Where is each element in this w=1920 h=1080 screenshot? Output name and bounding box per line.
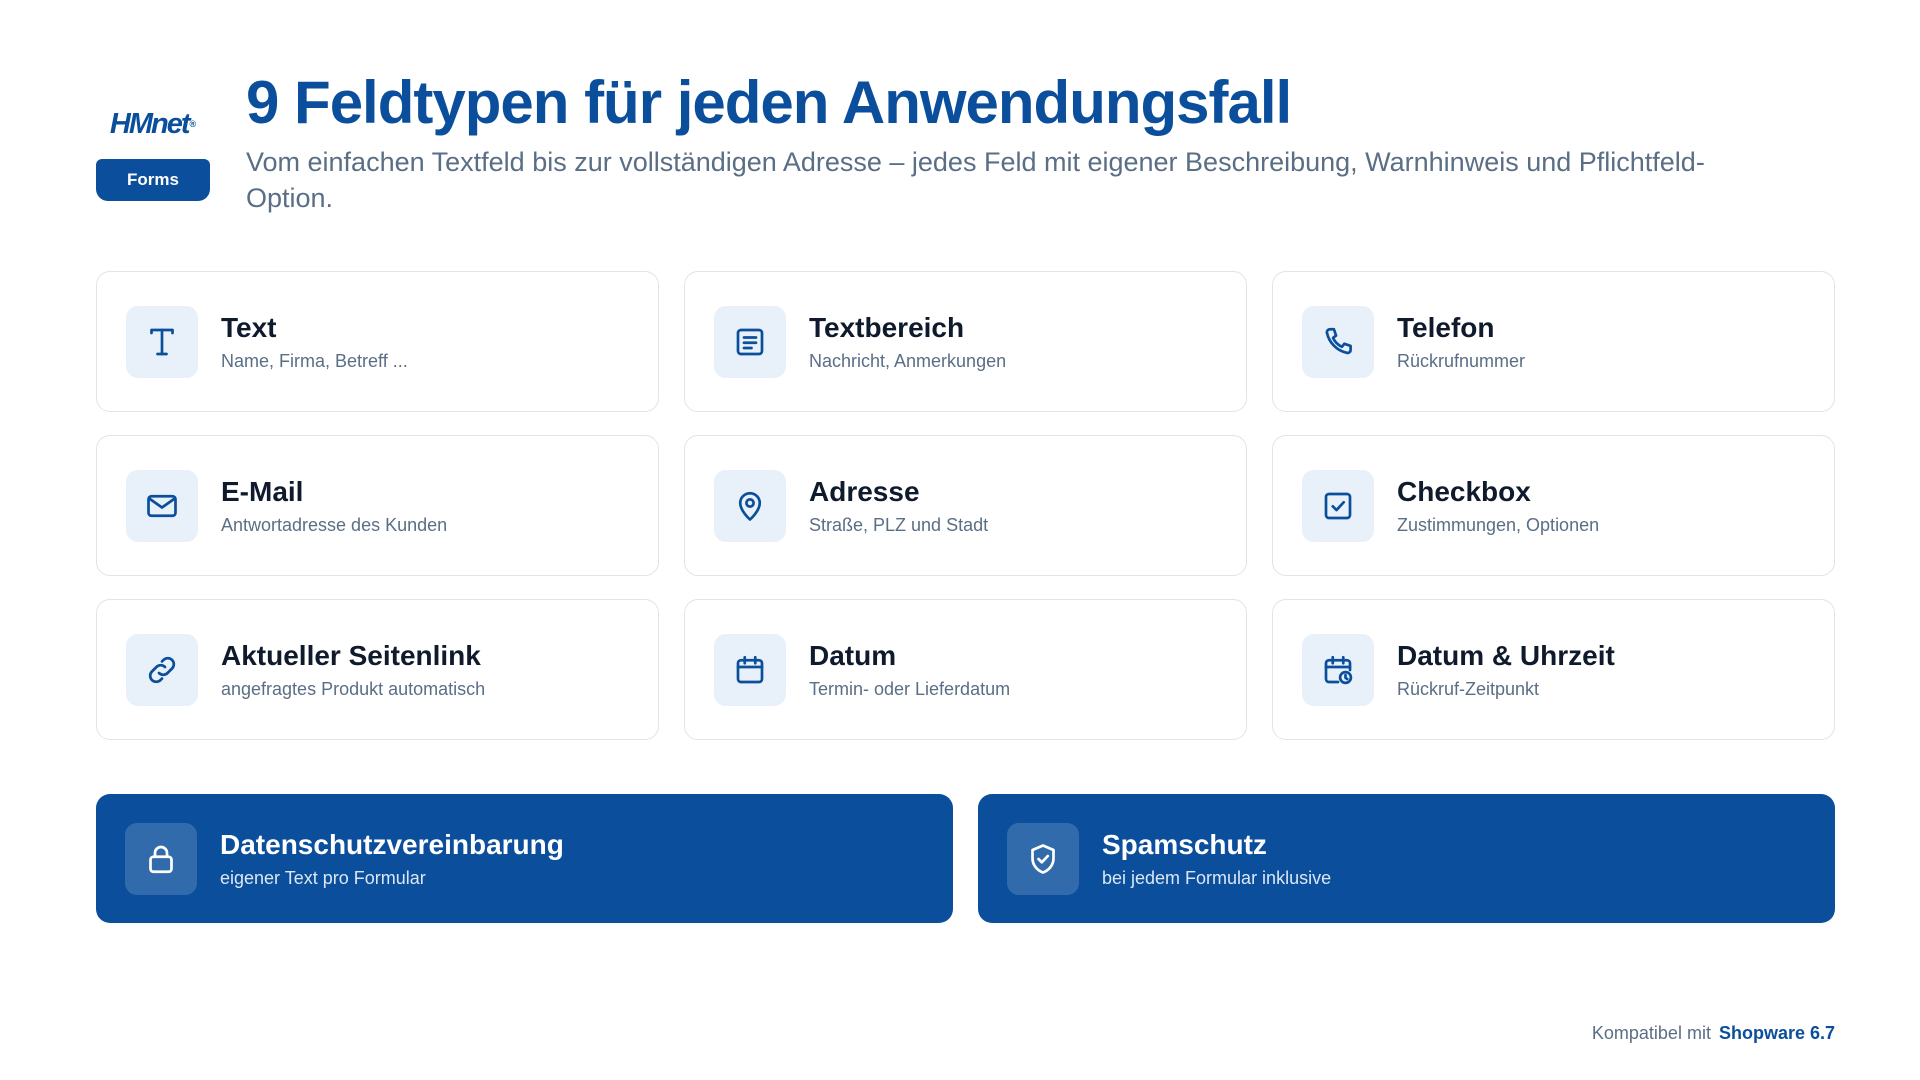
field-card-address: Adresse Straße, PLZ und Stadt xyxy=(684,435,1247,576)
field-card-email: E-Mail Antwortadresse des Kunden xyxy=(96,435,659,576)
field-description: Name, Firma, Betreff ... xyxy=(221,351,408,371)
text-icon xyxy=(126,305,198,378)
feature-description: bei jedem Formular inklusive xyxy=(1102,868,1332,888)
field-card-text: Text Name, Firma, Betreff ... xyxy=(96,271,659,412)
logo-badge: Forms xyxy=(96,159,210,201)
hmnet-forms-logo: HMnet ® Forms xyxy=(96,96,210,201)
calendar-clock-icon xyxy=(1302,633,1374,706)
field-description: Rückruf-Zeitpunkt xyxy=(1397,679,1540,699)
map-pin-icon xyxy=(714,469,786,542)
field-description: Rückrufnummer xyxy=(1397,351,1526,371)
compatibility-label: Kompatibel mit xyxy=(1591,1023,1711,1043)
slide: HMnet ® Forms 9 Feldtypen für jeden Anwen… xyxy=(0,0,1920,1080)
field-title: Adresse xyxy=(809,476,920,507)
compatibility-note: Kompatibel mit Shopware 6.7 xyxy=(1592,1023,1835,1044)
field-card-textarea: Textbereich Nachricht, Anmerkungen xyxy=(684,271,1247,412)
shield-check-icon xyxy=(1007,822,1079,895)
page-title: 9 Feldtypen für jeden Anwendungsfall xyxy=(246,69,1292,136)
calendar-icon xyxy=(714,633,786,706)
field-title: Checkbox xyxy=(1397,476,1531,507)
field-description: Antwortadresse des Kunden xyxy=(221,515,448,535)
feature-title: Datenschutzvereinbarung xyxy=(220,829,564,860)
page-subtitle: Vom einfachen Textfeld bis zur vollständ… xyxy=(246,147,1705,213)
field-card-date: Datum Termin- oder Lieferdatum xyxy=(684,599,1247,740)
textarea-icon xyxy=(714,305,786,378)
field-type-grid: Text Name, Firma, Betreff ... Textbereic… xyxy=(96,271,1835,740)
lock-icon xyxy=(125,822,197,895)
field-card-page-link: Aktueller Seitenlink angefragtes Produkt… xyxy=(96,599,659,740)
field-description: Zustimmungen, Optionen xyxy=(1397,515,1600,535)
logo-wordmark: HMnet ® xyxy=(96,96,210,152)
link-icon xyxy=(126,633,198,706)
phone-icon xyxy=(1302,305,1374,378)
field-description: Termin- oder Lieferdatum xyxy=(809,679,1011,699)
field-title: Datum xyxy=(809,640,897,671)
field-title: Text xyxy=(221,312,277,343)
field-title: E-Mail xyxy=(221,476,304,507)
feature-privacy: Datenschutzvereinbarung eigener Text pro… xyxy=(96,794,953,923)
logo-wordmark-text: HMnet xyxy=(109,107,191,140)
field-description: angefragtes Produkt automatisch xyxy=(221,679,486,699)
field-title: Textbereich xyxy=(809,312,965,343)
field-title: Telefon xyxy=(1397,312,1495,343)
logo-registered-mark: ® xyxy=(189,119,197,129)
field-title: Datum & Uhrzeit xyxy=(1397,640,1615,671)
checkbox-icon xyxy=(1302,469,1374,542)
feature-title: Spamschutz xyxy=(1102,829,1267,860)
feature-spam-protection: Spamschutz bei jedem Formular inklusive xyxy=(978,794,1835,923)
compatibility-brand: Shopware 6.7 xyxy=(1718,1023,1835,1043)
field-card-datetime: Datum & Uhrzeit Rückruf-Zeitpunkt xyxy=(1272,599,1835,740)
feature-description: eigener Text pro Formular xyxy=(220,868,426,888)
field-card-checkbox: Checkbox Zustimmungen, Optionen xyxy=(1272,435,1835,576)
field-description: Nachricht, Anmerkungen xyxy=(809,351,1007,371)
field-card-phone: Telefon Rückrufnummer xyxy=(1272,271,1835,412)
field-description: Straße, PLZ und Stadt xyxy=(809,515,989,535)
field-title: Aktueller Seitenlink xyxy=(221,640,481,671)
mail-icon xyxy=(126,469,198,542)
feature-banners: Datenschutzvereinbarung eigener Text pro… xyxy=(96,794,1835,923)
